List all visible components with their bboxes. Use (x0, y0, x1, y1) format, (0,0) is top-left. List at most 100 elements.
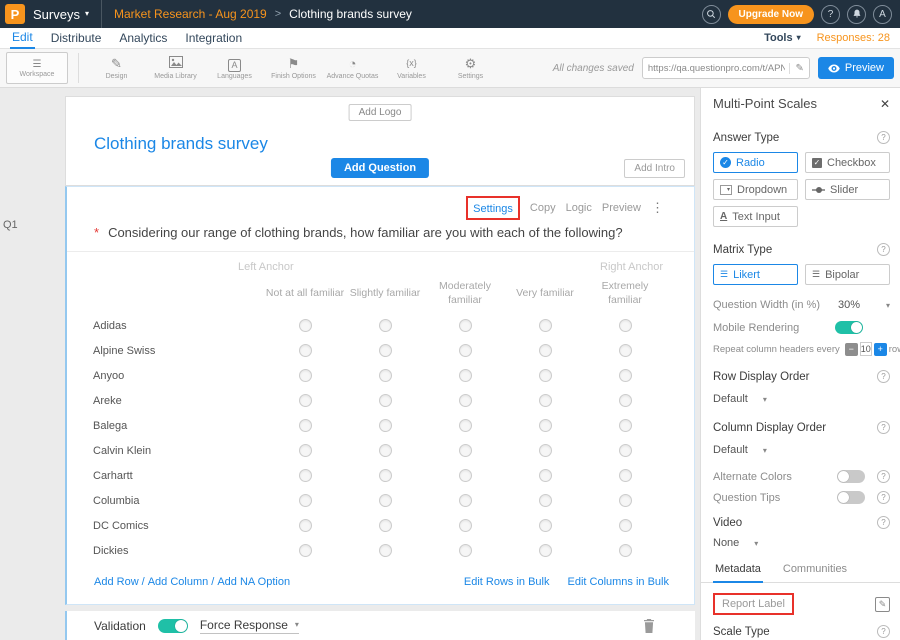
add-na-option-link[interactable]: Add NA Option (217, 576, 290, 588)
left-anchor-placeholder[interactable]: Left Anchor (238, 261, 294, 273)
radio-option[interactable] (459, 394, 472, 407)
radio-option[interactable] (619, 494, 632, 507)
help-icon[interactable]: ? (877, 470, 890, 483)
workspace-button[interactable]: ☰ Workspace (6, 52, 68, 84)
radio-option[interactable] (299, 519, 312, 532)
increment-button[interactable]: + (874, 343, 887, 356)
radio-option[interactable] (379, 344, 392, 357)
toolbar-languages[interactable]: A Languages (205, 56, 264, 80)
responses-count[interactable]: Responses: 28 (817, 32, 890, 44)
radio-option[interactable] (619, 319, 632, 332)
close-icon[interactable]: ✕ (880, 97, 890, 111)
radio-option[interactable] (539, 419, 552, 432)
row-label[interactable]: Dickies (93, 545, 265, 557)
radio-option[interactable] (539, 444, 552, 457)
help-icon[interactable]: ? (877, 131, 890, 144)
question-copy-link[interactable]: Copy (530, 202, 556, 214)
radio-option[interactable] (379, 319, 392, 332)
radio-option[interactable] (619, 369, 632, 382)
add-row-link[interactable]: Add Row (94, 576, 139, 588)
radio-option[interactable] (619, 519, 632, 532)
help-button[interactable]: ? (821, 5, 840, 24)
question-text[interactable]: Considering our range of clothing brands… (108, 225, 623, 240)
edit-url-icon[interactable]: ✎ (789, 63, 803, 74)
matrix-type-bipolar[interactable]: ☰ Bipolar (805, 264, 890, 285)
radio-option[interactable] (539, 519, 552, 532)
radio-option[interactable] (459, 469, 472, 482)
row-label[interactable]: Adidas (93, 320, 265, 332)
question-preview-link[interactable]: Preview (602, 202, 641, 214)
radio-option[interactable] (459, 319, 472, 332)
toolbar-finish-options[interactable]: ⚑ Finish Options (264, 56, 323, 80)
tab-edit[interactable]: Edit (10, 28, 35, 49)
account-avatar[interactable]: A (873, 5, 892, 24)
help-icon[interactable]: ? (877, 370, 890, 383)
radio-option[interactable] (299, 419, 312, 432)
radio-option[interactable] (379, 469, 392, 482)
validation-toggle[interactable] (158, 619, 188, 633)
help-icon[interactable]: ? (877, 625, 890, 638)
upgrade-now-button[interactable]: Upgrade Now (728, 5, 814, 24)
answer-type-dropdown[interactable]: ▾ Dropdown (713, 179, 798, 200)
radio-option[interactable] (539, 319, 552, 332)
edit-rows-bulk-link[interactable]: Edit Rows in Bulk (464, 576, 550, 588)
radio-option[interactable] (539, 394, 552, 407)
decrement-button[interactable]: − (845, 343, 858, 356)
radio-option[interactable] (459, 419, 472, 432)
chevron-down-icon[interactable]: ▾ (886, 301, 890, 310)
add-question-button[interactable]: Add Question (331, 158, 429, 178)
answer-type-slider[interactable]: Slider (805, 179, 890, 200)
question-width-value[interactable]: 30% (838, 299, 860, 311)
mobile-rendering-toggle[interactable] (835, 321, 863, 334)
question-logic-link[interactable]: Logic (566, 202, 592, 214)
video-dropdown[interactable]: None ▾ (713, 537, 890, 549)
validation-type-dropdown[interactable]: Force Response ▾ (200, 618, 299, 634)
column-display-order-dropdown[interactable]: Default ▾ (713, 444, 890, 456)
column-header[interactable]: Extremely familiar (585, 279, 665, 307)
radio-option[interactable] (299, 319, 312, 332)
radio-option[interactable] (299, 544, 312, 557)
column-header[interactable]: Slightly familiar (345, 286, 425, 300)
add-intro-button[interactable]: Add Intro (624, 159, 685, 178)
radio-option[interactable] (619, 444, 632, 457)
radio-option[interactable] (539, 494, 552, 507)
radio-option[interactable] (619, 344, 632, 357)
radio-option[interactable] (299, 344, 312, 357)
radio-option[interactable] (379, 394, 392, 407)
column-header[interactable]: Not at all familiar (265, 286, 345, 300)
radio-option[interactable] (379, 544, 392, 557)
edit-columns-bulk-link[interactable]: Edit Columns in Bulk (568, 576, 670, 588)
tools-menu[interactable]: Tools ▾ (764, 32, 801, 44)
radio-option[interactable] (539, 544, 552, 557)
answer-type-radio[interactable]: ✓ Radio (713, 152, 798, 173)
help-icon[interactable]: ? (877, 421, 890, 434)
radio-option[interactable] (299, 444, 312, 457)
tab-distribute[interactable]: Distribute (49, 28, 104, 49)
toolbar-design[interactable]: ✎ Design (87, 56, 146, 80)
row-label[interactable]: Balega (93, 420, 265, 432)
search-button[interactable] (702, 5, 721, 24)
notifications-button[interactable] (847, 5, 866, 24)
radio-option[interactable] (539, 344, 552, 357)
help-icon[interactable]: ? (877, 491, 890, 504)
radio-option[interactable] (299, 394, 312, 407)
help-icon[interactable]: ? (877, 243, 890, 256)
radio-option[interactable] (379, 494, 392, 507)
row-label[interactable]: Anyoo (93, 370, 265, 382)
help-icon[interactable]: ? (877, 516, 890, 529)
row-label[interactable]: Areke (93, 395, 265, 407)
radio-option[interactable] (379, 419, 392, 432)
tab-integration[interactable]: Integration (183, 28, 244, 49)
radio-option[interactable] (459, 544, 472, 557)
toolbar-variables[interactable]: {x} Variables (382, 56, 441, 80)
row-label[interactable]: Alpine Swiss (93, 345, 265, 357)
radio-option[interactable] (299, 369, 312, 382)
radio-option[interactable] (379, 444, 392, 457)
radio-option[interactable] (459, 369, 472, 382)
delete-question-button[interactable] (643, 619, 655, 633)
repeat-headers-value[interactable]: 10 (860, 342, 872, 356)
add-column-link[interactable]: Add Column (148, 576, 209, 588)
edit-report-label-icon[interactable]: ✎ (875, 597, 890, 612)
radio-option[interactable] (539, 469, 552, 482)
toolbar-media-library[interactable]: Media Library (146, 56, 205, 80)
